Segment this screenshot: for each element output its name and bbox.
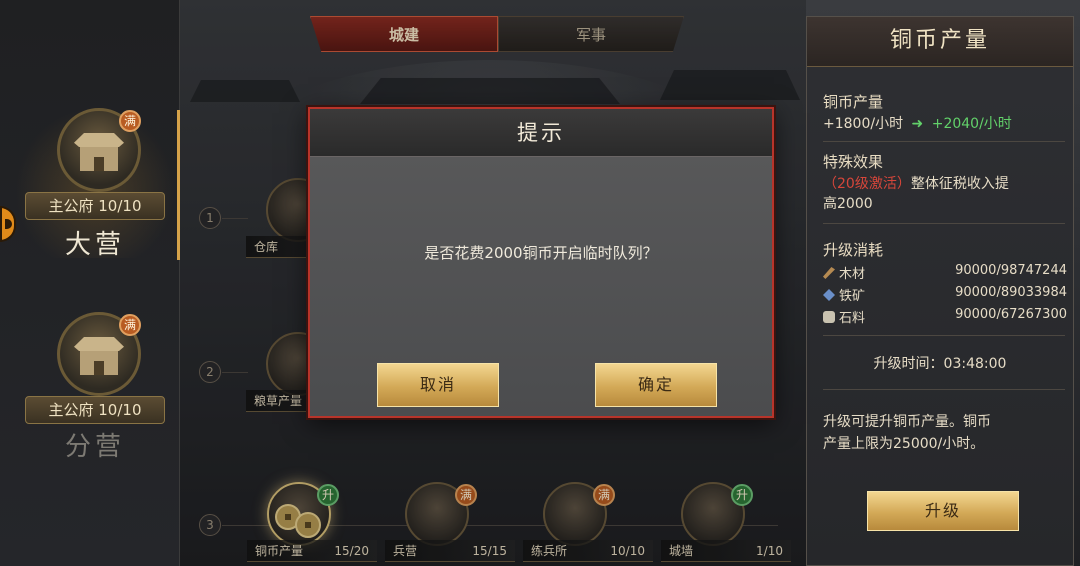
effect-condition: （20级激活） bbox=[823, 176, 911, 192]
game-screen: 满 主公府 10/10 大营 满 主公府 10/10 分营 城建 军事 1 仓库 bbox=[0, 0, 1080, 566]
resource-name: 石料 bbox=[839, 311, 866, 326]
dialog-title: 提示 bbox=[310, 109, 772, 157]
resource-name: 木材 bbox=[839, 267, 866, 282]
cost-row-iron: 铁矿 90000/89033984 bbox=[823, 285, 1067, 304]
divider bbox=[823, 223, 1065, 224]
upgrade-time: 升级时间：03:48:00 bbox=[807, 353, 1073, 373]
resource-name: 铁矿 bbox=[839, 289, 866, 304]
dialog-message: 是否花费2000铜币开启临时队列？ bbox=[424, 244, 658, 262]
divider bbox=[823, 335, 1065, 336]
confirm-button[interactable]: 确定 bbox=[595, 363, 717, 407]
output-next: +2040/小时 bbox=[931, 116, 1012, 132]
effect-label: 特殊效果 bbox=[823, 153, 884, 171]
camp-name: 分营 bbox=[64, 432, 125, 462]
cost-label: 升级消耗 bbox=[823, 241, 884, 259]
effect-line-1: （20级激活）整体征税收入提 bbox=[823, 173, 1009, 193]
time-label: 升级时间： bbox=[873, 356, 944, 372]
full-level-badge: 满 bbox=[119, 314, 141, 336]
building-info-panel: 铜币产量 铜币产量 +1800/小时 ➜ +2040/小时 特殊效果 （20级激… bbox=[806, 16, 1074, 566]
camp-level-label: 主公府 10/10 bbox=[25, 396, 165, 424]
resource-value: 90000/89033984 bbox=[955, 285, 1067, 300]
output-values: +1800/小时 ➜ +2040/小时 bbox=[823, 113, 1012, 133]
confirm-dialog: 提示 是否花费2000铜币开启临时队列？ 取消 确定 bbox=[308, 107, 774, 418]
resource-value: 90000/98747244 bbox=[955, 263, 1067, 278]
output-current: +1800/小时 bbox=[823, 116, 904, 132]
time-value: 03:48:00 bbox=[943, 356, 1007, 372]
description-line-1: 升级可提升铜币产量。铜币 bbox=[823, 414, 991, 430]
iron-icon bbox=[823, 289, 835, 301]
cancel-button[interactable]: 取消 bbox=[377, 363, 499, 407]
description-line-2: 产量上限为25000/小时。 bbox=[823, 436, 985, 452]
palace-icon bbox=[74, 337, 124, 377]
effect-text: 整体征税收入提 bbox=[910, 176, 1009, 192]
cost-row-stone: 石料 90000/67267300 bbox=[823, 307, 1067, 326]
divider bbox=[823, 389, 1065, 390]
stone-icon bbox=[823, 311, 835, 323]
camp-branch[interactable]: 满 主公府 10/10 分营 bbox=[15, 312, 175, 462]
output-label: 铜币产量 bbox=[823, 93, 884, 111]
cost-row-wood: 木材 90000/98747244 bbox=[823, 263, 1067, 282]
wood-icon bbox=[823, 267, 835, 279]
arrow-right-icon: ➜ bbox=[911, 116, 924, 132]
divider bbox=[823, 141, 1065, 142]
camp-list: 满 主公府 10/10 大营 满 主公府 10/10 分营 bbox=[0, 0, 180, 566]
resource-value: 90000/67267300 bbox=[955, 307, 1067, 322]
camp-main[interactable]: 满 主公府 10/10 大营 bbox=[15, 108, 175, 260]
effect-line-2: 高2000 bbox=[823, 196, 873, 212]
panel-title: 铜币产量 bbox=[807, 17, 1073, 67]
upgrade-button[interactable]: 升级 bbox=[867, 491, 1019, 531]
full-level-badge: 满 bbox=[119, 110, 141, 132]
palace-icon bbox=[74, 133, 124, 173]
camp-level-label: 主公府 10/10 bbox=[25, 192, 165, 220]
camp-name: 大营 bbox=[64, 230, 125, 260]
